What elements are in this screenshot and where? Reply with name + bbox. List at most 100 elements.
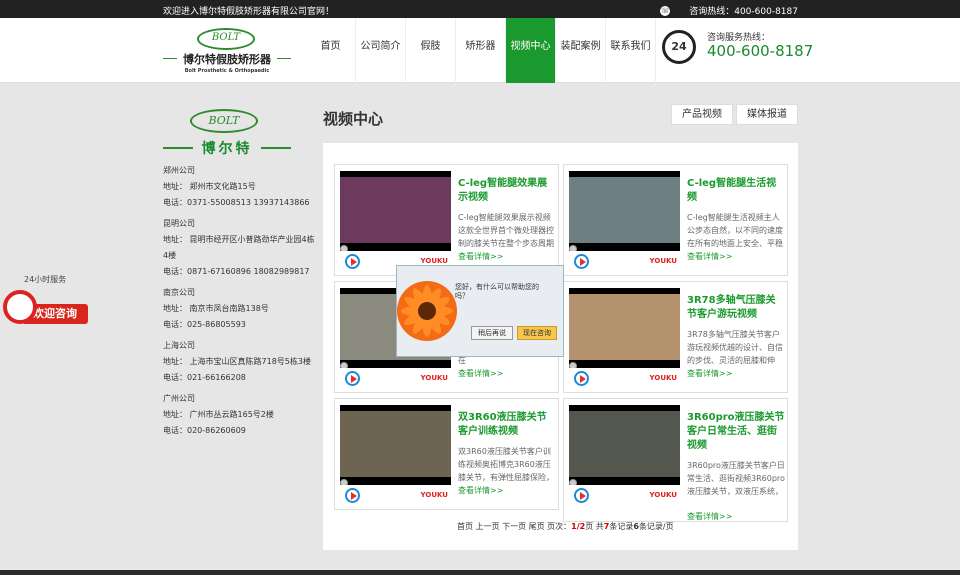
video-player[interactable]: YOUKU [340, 171, 451, 271]
view-details-link[interactable]: 查看详情>> [687, 368, 732, 379]
video-player[interactable]: YOUKU [569, 288, 680, 388]
office-name: 南京公司 [163, 288, 195, 297]
office-name: 上海公司 [163, 341, 195, 350]
video-desc: 双3R60液压膝关节客户训练视频奥拓博克3R60液压膝关节，有弹性屈膝保险，脚跟 [458, 447, 554, 482]
office-tel: 电话：020-86260609 [163, 426, 246, 435]
video-frame [569, 177, 680, 243]
clock-icon [3, 290, 37, 324]
page-title: 视频中心 [323, 110, 384, 128]
video-player[interactable]: YOUKU [569, 405, 680, 505]
office-item: 广州公司 地址： 广州市丛云路165号2楼 电话：020-86260609 [163, 391, 318, 439]
tab-product-videos[interactable]: 产品视频 [671, 104, 733, 125]
video-card[interactable]: YOUKU C-leg智能腿生活视频 C-leg智能腿生活视频主人公步态自然，以… [563, 164, 788, 276]
chat-popup[interactable]: 您好，有什么可以帮助您的吗？ 稍后再说 现在咨询 [396, 265, 564, 357]
view-details-link[interactable]: 查看详情>> [458, 251, 503, 262]
pager-text: 条记录 [609, 522, 634, 531]
flower-icon [397, 281, 457, 341]
youku-logo: YOUKU [649, 257, 677, 265]
video-desc: C-leg智能腿生活视频主人公步态自然，以不同的速度在所有的地面上安全、平稳 [687, 213, 783, 248]
video-title[interactable]: 双3R60液压膝关节客户训练视频 [458, 411, 556, 439]
office-tel: 电话：0371-55008513 13937143866 [163, 198, 310, 207]
video-card[interactable]: YOUKU 双3R60液压膝关节客户训练视频 双3R60液压膝关节客户训练视频奥… [334, 398, 559, 510]
nav-video-center[interactable]: 视频中心 [506, 18, 556, 83]
video-player[interactable]: YOUKU [569, 171, 680, 271]
video-title[interactable]: C-leg智能腿生活视频 [687, 177, 785, 205]
video-card[interactable]: YOUKU C-leg智能腿效果展示视频 C-leg智能腿效果展示视频 这款全世… [334, 164, 559, 276]
office-item: 南京公司 地址： 南京市凤台南路138号 电话：025-86805593 [163, 285, 318, 333]
top-bar: 欢迎进入博尔特假肢矫形器有限公司官网！ ☏ 咨询热线：400-600-8187 [0, 0, 960, 18]
youku-logo: YOUKU [649, 374, 677, 382]
video-frame [340, 177, 451, 243]
video-frame [569, 411, 680, 477]
consult-tag: 24小时服务 [24, 275, 67, 284]
welcome-text: 欢迎进入博尔特假肢矫形器有限公司官网！ [163, 7, 335, 17]
view-details-link[interactable]: 查看详情>> [687, 251, 732, 262]
video-title[interactable]: C-leg智能腿效果展示视频 [458, 177, 556, 205]
phone-icon: ☏ [660, 5, 671, 16]
pagination: 首页 上一页 下一页 尾页 页次：1/2页 共7条记录6条记录/页 [457, 521, 674, 532]
office-name: 昆明公司 [163, 219, 195, 228]
top-hotline: ☏ 咨询热线：400-600-8187 [660, 4, 798, 17]
logo-cn: 博尔特假肢矫形器 [183, 53, 271, 66]
player-bar: YOUKU [340, 485, 451, 505]
office-address: 地址： 上海市宝山区真陈路718号5栋3楼 [163, 357, 311, 366]
footer-strip [0, 570, 960, 575]
nav-contact[interactable]: 联系我们 [606, 18, 656, 83]
play-icon[interactable] [574, 488, 589, 503]
play-icon[interactable] [574, 371, 589, 386]
nav-prosthetics[interactable]: 假肢 [406, 18, 456, 83]
pager-current: 1/2 [571, 522, 586, 531]
play-icon[interactable] [345, 371, 360, 386]
office-item: 郑州公司 地址： 郑州市文化路15号 电话：0371-55008513 1393… [163, 163, 318, 211]
top-hotline-text: 咨询热线：400-600-8187 [689, 7, 798, 17]
office-tel: 电话：0871-67160896 18082989817 [163, 267, 310, 276]
office-list: 郑州公司 地址： 郑州市文化路15号 电话：0371-55008513 1393… [163, 163, 318, 439]
category-tabs: 产品视频 媒体报道 [671, 104, 798, 125]
view-details-link[interactable]: 查看详情>> [458, 485, 503, 496]
later-button[interactable]: 稍后再说 [471, 326, 513, 340]
nav-home[interactable]: 首页 [306, 18, 356, 83]
pager-links[interactable]: 首页 上一页 下一页 尾页 页次： [457, 522, 571, 531]
office-address: 地址： 昆明市经开区小普路劲华产业园4栋4楼 [163, 235, 315, 260]
video-card[interactable]: YOUKU 3R78多轴气压膝关节客户游玩视频 3R78多轴气压膝关节客户游玩视… [563, 281, 788, 393]
video-card[interactable]: YOUKU 3R60pro液压膝关节客户日常生活、逛街视频 3R60pro液压膝… [563, 398, 788, 522]
video-frame [340, 411, 451, 477]
view-details-link[interactable]: 查看详情>> [687, 511, 732, 522]
logo-mark: BOLT [211, 32, 241, 43]
video-title[interactable]: 3R78多轴气压膝关节客户游玩视频 [687, 294, 785, 322]
consult-now-button[interactable]: 现在咨询 [517, 326, 557, 340]
nav-orthotics[interactable]: 矫形器 [456, 18, 506, 83]
hotline-number: 400-600-8187 [707, 42, 814, 60]
sidebar-logo: BOLT 博尔特 [163, 106, 291, 157]
play-icon[interactable] [345, 254, 360, 269]
tab-media-reports[interactable]: 媒体报道 [736, 104, 798, 125]
office-item: 上海公司 地址： 上海市宝山区真陈路718号5栋3楼 电话：021-661662… [163, 338, 318, 386]
youku-logo: YOUKU [420, 257, 448, 265]
play-icon[interactable] [574, 254, 589, 269]
office-address: 地址： 南京市凤台南路138号 [163, 304, 269, 313]
view-details-link[interactable]: 查看详情>> [458, 368, 503, 379]
youku-logo: YOUKU [649, 491, 677, 499]
player-bar: YOUKU [569, 251, 680, 271]
player-bar: YOUKU [569, 368, 680, 388]
site-logo[interactable]: BOLT 博尔特假肢矫形器 Bolt Prosthetic & Orthopae… [163, 24, 291, 78]
youku-logo: YOUKU [420, 374, 448, 382]
video-desc: C-leg智能腿效果展示视频 这款全世界首个微处理器控制的膝关节在整个步态周期 [458, 213, 554, 248]
header: BOLT 博尔特假肢矫形器 Bolt Prosthetic & Orthopae… [0, 18, 960, 83]
video-title[interactable]: 3R60pro液压膝关节客户日常生活、逛街视频 [687, 411, 785, 453]
pager-text: 页 共 [585, 522, 604, 531]
24h-icon: 24 [662, 30, 696, 64]
sidebar-logo-mark: BOLT [208, 114, 240, 127]
nav-about[interactable]: 公司简介 [356, 18, 406, 83]
main-nav: 首页 公司简介 假肢 矫形器 视频中心 装配案例 联系我们 [306, 18, 656, 83]
video-frame [569, 294, 680, 360]
chat-message: 您好，有什么可以帮助您的吗？ [455, 283, 539, 300]
consult-widget[interactable]: 24小时服务 欢迎咨询 [0, 272, 90, 334]
office-tel: 电话：025-86805593 [163, 320, 246, 329]
office-address: 地址： 广州市丛云路165号2楼 [163, 410, 274, 419]
nav-cases[interactable]: 装配案例 [556, 18, 606, 83]
player-bar: YOUKU [340, 368, 451, 388]
logo-en: Bolt Prosthetic & Orthopaedic [184, 68, 270, 74]
play-icon[interactable] [345, 488, 360, 503]
video-player[interactable]: YOUKU [340, 405, 451, 505]
